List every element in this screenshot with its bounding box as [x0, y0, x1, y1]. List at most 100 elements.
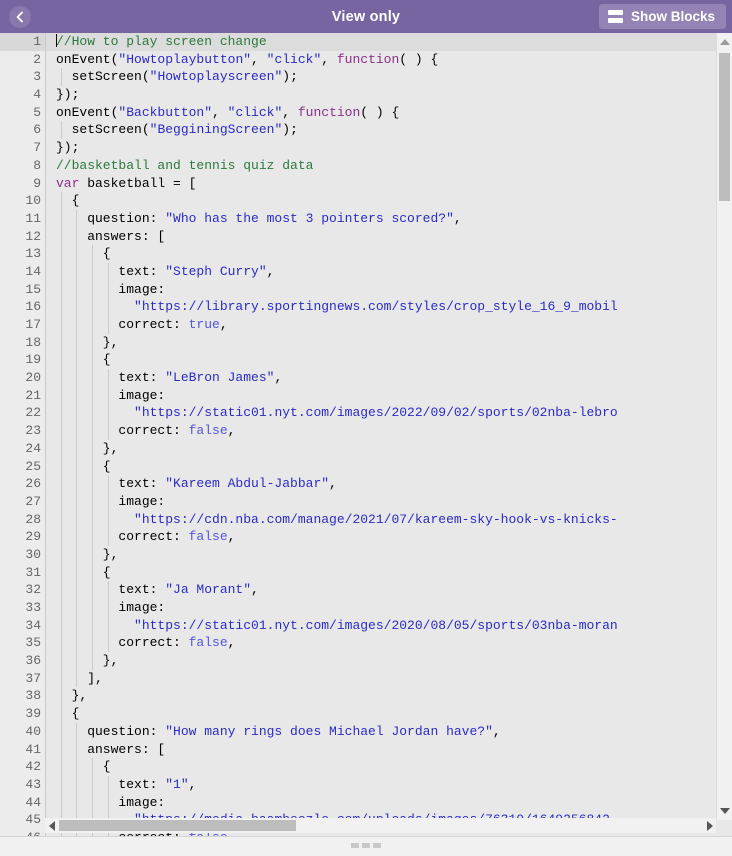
code-line-text[interactable]: {: [45, 457, 716, 476]
code-line[interactable]: 29 correct: false,: [0, 528, 716, 546]
code-line[interactable]: 34 "https://static01.nyt.com/images/2020…: [0, 616, 716, 635]
code-line-text[interactable]: },: [45, 652, 716, 670]
code-line-text[interactable]: {: [45, 563, 716, 582]
code-line[interactable]: 28 "https://cdn.nba.com/manage/2021/07/k…: [0, 510, 716, 529]
code-line-text[interactable]: setScreen("BegginingScreen");: [45, 121, 716, 140]
code-line[interactable]: 40 question: "How many rings does Michae…: [0, 722, 716, 741]
code-line-text[interactable]: "https://static01.nyt.com/images/2022/09…: [45, 404, 716, 423]
code-line-text[interactable]: },: [45, 545, 716, 564]
code-line[interactable]: 6 setScreen("BegginingScreen");: [0, 121, 716, 140]
code-line[interactable]: 44 image:: [0, 793, 716, 812]
code-line-text[interactable]: //basketball and tennis quiz data: [45, 156, 716, 175]
code-line[interactable]: 22 "https://static01.nyt.com/images/2022…: [0, 404, 716, 423]
code-line-text[interactable]: },: [45, 333, 716, 352]
code-line-text[interactable]: question: "Who has the most 3 pointers s…: [45, 209, 716, 228]
scroll-down-button[interactable]: [717, 804, 732, 818]
code-line[interactable]: 43 text: "1",: [0, 775, 716, 794]
scroll-left-button[interactable]: [45, 818, 58, 833]
code-line[interactable]: 37 ],: [0, 669, 716, 688]
code-line[interactable]: 16 "https://library.sportingnews.com/sty…: [0, 298, 716, 316]
code-line-text[interactable]: onEvent("Howtoplaybutton", "click", func…: [45, 50, 716, 69]
code-line[interactable]: 20 text: "LeBron James",: [0, 369, 716, 387]
scroll-up-button[interactable]: [717, 35, 732, 49]
code-line[interactable]: 23 correct: false,: [0, 422, 716, 440]
code-line[interactable]: 32 text: "Ja Morant",: [0, 581, 716, 599]
code-line-text[interactable]: });: [45, 139, 716, 157]
code-line-text[interactable]: image:: [45, 492, 716, 511]
code-line[interactable]: 4});: [0, 86, 716, 104]
code-editor[interactable]: 1//How to play screen change2▾onEvent("H…: [0, 33, 732, 836]
code-line-text[interactable]: onEvent("Backbutton", "click", function(…: [45, 103, 716, 122]
code-line-text[interactable]: text: "1",: [45, 775, 716, 794]
code-line[interactable]: 7});: [0, 139, 716, 157]
back-button[interactable]: [9, 5, 31, 28]
code-line-text[interactable]: {: [45, 705, 716, 723]
code-line-text[interactable]: correct: false,: [45, 422, 716, 440]
code-line-text[interactable]: "https://cdn.nba.com/manage/2021/07/kare…: [45, 510, 716, 529]
code-line-text[interactable]: text: "Steph Curry",: [45, 262, 716, 281]
code-line[interactable]: 42▾ {: [0, 758, 716, 776]
code-line-text[interactable]: answers: [: [45, 740, 716, 759]
code-line[interactable]: 11 question: "Who has the most 3 pointer…: [0, 209, 716, 228]
code-line[interactable]: 5▾onEvent("Backbutton", "click", functio…: [0, 103, 716, 122]
code-line[interactable]: 2▾onEvent("Howtoplaybutton", "click", fu…: [0, 50, 716, 69]
code-line-text[interactable]: correct: false,: [45, 634, 716, 653]
code-line-text[interactable]: text: "Kareem Abdul-Jabbar",: [45, 475, 716, 493]
code-line-text[interactable]: {: [45, 758, 716, 776]
code-line[interactable]: 36 },: [0, 652, 716, 670]
code-line[interactable]: 14 text: "Steph Curry",: [0, 262, 716, 281]
vertical-scrollbar[interactable]: [716, 33, 732, 820]
code-line[interactable]: 38 },: [0, 687, 716, 706]
code-line[interactable]: 25▾ {: [0, 457, 716, 476]
code-line-text[interactable]: image:: [45, 280, 716, 299]
code-line-text[interactable]: image:: [45, 386, 716, 405]
code-line[interactable]: 8 //basketball and tennis quiz data: [0, 156, 716, 175]
code-line[interactable]: 24 },: [0, 439, 716, 458]
code-line-text[interactable]: image:: [45, 599, 716, 617]
show-blocks-button[interactable]: Show Blocks: [598, 4, 726, 29]
code-line-text[interactable]: //How to play screen change: [45, 33, 716, 51]
code-line-text[interactable]: });: [45, 86, 716, 104]
code-line-text[interactable]: {: [45, 192, 716, 210]
code-line-text[interactable]: {: [45, 245, 716, 263]
code-line[interactable]: 15 image:: [0, 280, 716, 299]
code-line[interactable]: 26 text: "Kareem Abdul-Jabbar",: [0, 475, 716, 493]
code-line[interactable]: 1 //How to play screen change: [0, 33, 716, 51]
scroll-right-button[interactable]: [703, 818, 716, 833]
code-line-text[interactable]: correct: false,: [45, 528, 716, 546]
code-line[interactable]: 21 image:: [0, 386, 716, 405]
code-line-text[interactable]: var basketball = [: [45, 174, 716, 193]
code-lines-container[interactable]: 1//How to play screen change2▾onEvent("H…: [0, 33, 716, 836]
code-line-text[interactable]: ],: [45, 669, 716, 688]
code-line[interactable]: 12▾ answers: [: [0, 227, 716, 246]
code-line[interactable]: 39▾ {: [0, 705, 716, 723]
code-line[interactable]: 33 image:: [0, 599, 716, 617]
vertical-scrollbar-thumb[interactable]: [719, 53, 730, 201]
code-line[interactable]: 35 correct: false,: [0, 634, 716, 653]
horizontal-scrollbar[interactable]: [45, 818, 716, 833]
code-line[interactable]: 27 image:: [0, 492, 716, 511]
code-line[interactable]: 13▾ {: [0, 245, 716, 263]
code-line-text[interactable]: {: [45, 351, 716, 370]
code-line-text[interactable]: "https://library.sportingnews.com/styles…: [45, 298, 716, 316]
code-line-text[interactable]: answers: [: [45, 227, 716, 246]
code-line-text[interactable]: },: [45, 687, 716, 706]
code-line-text[interactable]: correct: true,: [45, 316, 716, 334]
code-line[interactable]: 17 correct: true,: [0, 316, 716, 334]
code-line-text[interactable]: text: "LeBron James",: [45, 369, 716, 387]
code-line[interactable]: 10▾ {: [0, 192, 716, 210]
code-line[interactable]: 31▾ {: [0, 563, 716, 582]
code-line-text[interactable]: },: [45, 439, 716, 458]
code-line-text[interactable]: question: "How many rings does Michael J…: [45, 722, 716, 741]
code-line[interactable]: 3 setScreen("Howtoplayscreen");: [0, 68, 716, 87]
resize-grip[interactable]: [351, 843, 381, 848]
code-line[interactable]: 41▾ answers: [: [0, 740, 716, 759]
code-line-text[interactable]: setScreen("Howtoplayscreen");: [45, 68, 716, 87]
code-line-text[interactable]: text: "Ja Morant",: [45, 581, 716, 599]
code-line[interactable]: 18 },: [0, 333, 716, 352]
code-line-text[interactable]: image:: [45, 793, 716, 812]
code-line[interactable]: 9▾var basketball = [: [0, 174, 716, 193]
horizontal-scrollbar-thumb[interactable]: [59, 820, 296, 831]
code-line-text[interactable]: "https://static01.nyt.com/images/2020/08…: [45, 616, 716, 635]
code-line[interactable]: 30 },: [0, 545, 716, 564]
